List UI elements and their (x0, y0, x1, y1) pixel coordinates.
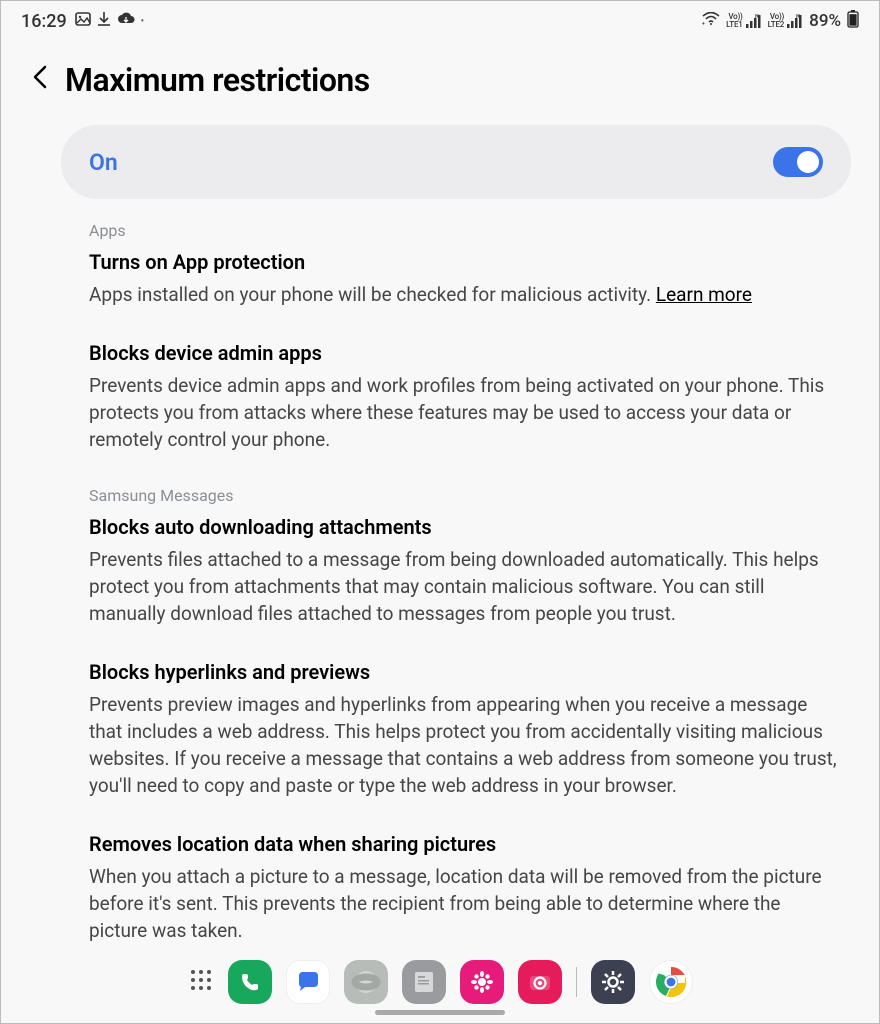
item-app-protection-title: Turns on App protection (89, 250, 839, 274)
section-apps-header: Apps (89, 221, 839, 240)
battery-pct: 89% (809, 11, 841, 31)
page-title: Maximum restrictions (65, 61, 370, 99)
dock (1, 960, 879, 1015)
item-block-links-desc: Prevents preview images and hyperlinks f… (89, 692, 839, 800)
chrome-app-icon[interactable] (649, 960, 693, 1004)
gallery-app-icon[interactable] (460, 960, 504, 1004)
item-remove-location-title: Removes location data when sharing pictu… (89, 832, 839, 856)
messages-app-icon[interactable] (286, 960, 330, 1004)
camera-app-icon[interactable] (518, 960, 562, 1004)
lte1-label: LTE1 (726, 21, 743, 29)
image-icon (75, 11, 91, 31)
svg-text:+: + (702, 21, 705, 26)
settings-app-icon[interactable] (591, 960, 635, 1004)
wifi-icon: + (702, 11, 720, 31)
status-bar: 16:29 • + Vo))LTE1 R Vo))LTE2 R 89% (1, 1, 879, 41)
master-toggle-card[interactable]: On (61, 125, 851, 199)
toggle-label: On (89, 149, 118, 176)
download-icon (97, 11, 111, 31)
lte2-label: LTE2 (768, 21, 785, 29)
battery-icon (847, 10, 859, 33)
dock-separator (576, 967, 577, 997)
dot-icon: • (141, 16, 145, 27)
item-block-admin-title: Blocks device admin apps (89, 341, 839, 365)
notes-app-icon[interactable] (402, 960, 446, 1004)
svg-text:R: R (796, 14, 800, 20)
back-icon[interactable] (31, 63, 49, 98)
status-time: 16:29 (21, 11, 67, 32)
item-block-admin-desc: Prevents device admin apps and work prof… (89, 373, 839, 454)
header: Maximum restrictions (1, 41, 879, 125)
item-block-links-title: Blocks hyperlinks and previews (89, 660, 839, 684)
section-messages-header: Samsung Messages (89, 486, 839, 505)
item-block-attach-desc: Prevents files attached to a message fro… (89, 547, 839, 628)
home-indicator[interactable] (375, 1010, 505, 1015)
toggle-switch[interactable] (773, 147, 823, 177)
phone-app-icon[interactable] (228, 960, 272, 1004)
signal-icon-1: R (746, 14, 762, 28)
learn-more-link[interactable]: Learn more (656, 283, 752, 306)
internet-app-icon[interactable] (344, 960, 388, 1004)
item-app-protection-desc: Apps installed on your phone will be che… (89, 282, 839, 309)
signal-icon-2: R (787, 14, 803, 28)
cloud-download-icon (117, 12, 135, 30)
svg-text:R: R (755, 14, 759, 20)
item-remove-location-desc: When you attach a picture to a message, … (89, 864, 839, 945)
app-drawer-icon[interactable] (188, 967, 214, 997)
item-block-attach-title: Blocks auto downloading attachments (89, 515, 839, 539)
